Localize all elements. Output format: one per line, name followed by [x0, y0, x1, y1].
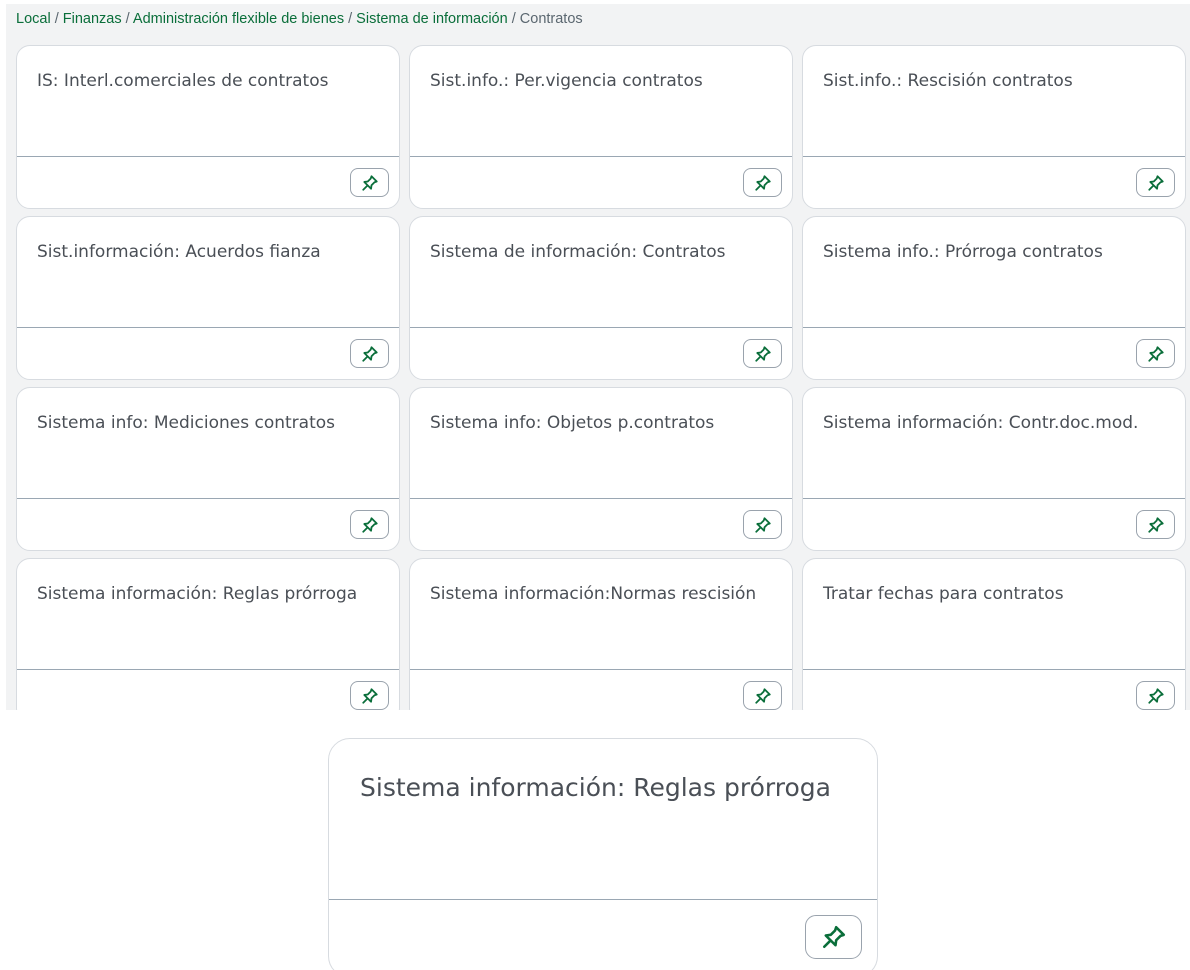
tile-panel: Local / Finanzas / Administración flexib… [6, 4, 1190, 710]
tile-divider [410, 156, 792, 157]
tile-divider [803, 498, 1185, 499]
tile-title: Sistema información:Normas rescisión [430, 584, 757, 604]
breadcrumb-separator: / [348, 11, 357, 27]
tile-title: Sistema información: Reglas prórroga [360, 773, 831, 802]
tile-interlocutores-comerciales[interactable]: IS: Interl.comerciales de contratos [16, 45, 400, 209]
tile-divider [17, 327, 399, 328]
pin-icon [1147, 516, 1164, 533]
pin-icon [1147, 345, 1164, 362]
pin-icon [361, 516, 378, 533]
pin-button[interactable] [350, 168, 389, 197]
tile-sistema-contratos[interactable]: Sistema de información: Contratos [409, 216, 793, 380]
tile-divider [410, 327, 792, 328]
pin-button[interactable] [743, 510, 782, 539]
tile-divider [803, 156, 1185, 157]
breadcrumb-local[interactable]: Local [16, 11, 51, 27]
tile-title: Sistema información: Reglas prórroga [37, 584, 358, 604]
breadcrumb-administracion-flexible[interactable]: Administración flexible de bienes [133, 11, 344, 27]
tile-divider [329, 899, 877, 900]
tile-objetos-contratos[interactable]: Sistema info: Objetos p.contratos [409, 387, 793, 551]
tile-title: Sist.info.: Per.vigencia contratos [430, 71, 703, 91]
pin-icon [361, 687, 378, 704]
pin-icon [361, 345, 378, 362]
pin-icon [754, 174, 771, 191]
screen: Local / Finanzas / Administración flexib… [0, 0, 1190, 970]
tile-tratar-fechas[interactable]: Tratar fechas para contratos [802, 558, 1186, 710]
tile-title: IS: Interl.comerciales de contratos [37, 71, 329, 91]
pin-icon [1147, 174, 1164, 191]
breadcrumb-sistema-de-informacion[interactable]: Sistema de información [356, 11, 508, 27]
tile-divider [17, 669, 399, 670]
tile-acuerdos-fianza[interactable]: Sist.información: Acuerdos fianza [16, 216, 400, 380]
pin-button[interactable] [1136, 681, 1175, 710]
tile-title: Tratar fechas para contratos [823, 584, 1064, 604]
pin-icon [1147, 687, 1164, 704]
tile-title: Sistema información: Contr.doc.mod. [823, 413, 1139, 433]
pin-button[interactable] [350, 339, 389, 368]
tile-prorroga-contratos[interactable]: Sistema info.: Prórroga contratos [802, 216, 1186, 380]
tile-divider [17, 156, 399, 157]
pin-button[interactable] [743, 681, 782, 710]
tile-title: Sistema info.: Prórroga contratos [823, 242, 1103, 262]
pin-button[interactable] [805, 915, 862, 959]
pin-button[interactable] [1136, 510, 1175, 539]
tile-title: Sistema info: Mediciones contratos [37, 413, 336, 433]
tile-reglas-prorroga[interactable]: Sistema información: Reglas prórroga [16, 558, 400, 710]
tile-title: Sist.info.: Rescisión contratos [823, 71, 1073, 91]
tile-title: Sistema de información: Contratos [430, 242, 726, 262]
breadcrumb-separator: / [54, 11, 63, 27]
breadcrumb-current: Contratos [519, 11, 583, 27]
tile-divider [803, 669, 1185, 670]
tile-divider [410, 498, 792, 499]
pin-button[interactable] [350, 681, 389, 710]
tile-mediciones-contratos[interactable]: Sistema info: Mediciones contratos [16, 387, 400, 551]
pin-icon [754, 516, 771, 533]
tile-divider [410, 669, 792, 670]
pin-icon [822, 925, 845, 949]
zoomed-tile-reglas-prorroga[interactable]: Sistema información: Reglas prórroga [328, 738, 878, 970]
pin-icon [754, 345, 771, 362]
pin-button[interactable] [1136, 339, 1175, 368]
pin-icon [754, 687, 771, 704]
tile-title: Sistema info: Objetos p.contratos [430, 413, 715, 433]
breadcrumb-finanzas[interactable]: Finanzas [63, 11, 122, 27]
breadcrumb: Local / Finanzas / Administración flexib… [16, 11, 583, 27]
tile-divider [17, 498, 399, 499]
pin-button[interactable] [1136, 168, 1175, 197]
tile-title: Sist.información: Acuerdos fianza [37, 242, 321, 262]
pin-button[interactable] [350, 510, 389, 539]
tile-rescision-contratos[interactable]: Sist.info.: Rescisión contratos [802, 45, 1186, 209]
pin-icon [361, 174, 378, 191]
tile-periodo-vigencia[interactable]: Sist.info.: Per.vigencia contratos [409, 45, 793, 209]
breadcrumb-separator: / [511, 11, 520, 27]
pin-button[interactable] [743, 339, 782, 368]
pin-button[interactable] [743, 168, 782, 197]
tile-divider [803, 327, 1185, 328]
tile-normas-rescision[interactable]: Sistema información:Normas rescisión [409, 558, 793, 710]
breadcrumb-separator: / [125, 11, 133, 27]
tile-contr-doc-mod[interactable]: Sistema información: Contr.doc.mod. [802, 387, 1186, 551]
